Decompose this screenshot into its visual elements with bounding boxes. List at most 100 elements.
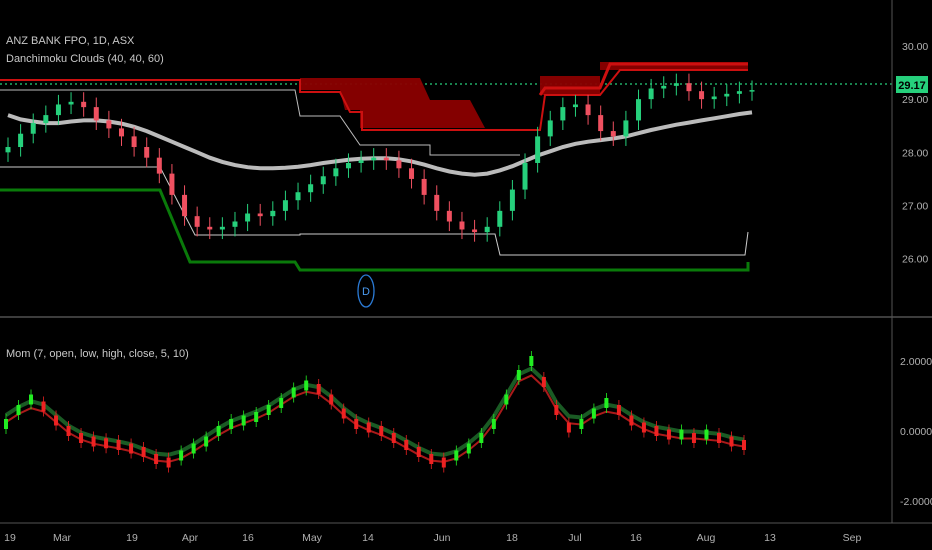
time-tick-label: 19 (126, 532, 138, 544)
candle (106, 110, 112, 138)
candle (585, 94, 591, 125)
candle (43, 105, 49, 133)
candle-body (421, 178, 427, 195)
candle-body (636, 99, 642, 121)
price-tick-label: 27.00 (902, 201, 928, 213)
candle-body (257, 213, 263, 217)
candle-body (535, 136, 541, 163)
candle-body (144, 147, 150, 158)
candle (497, 201, 503, 237)
candle (711, 86, 717, 109)
candle-body (547, 120, 553, 137)
time-tick-label: 13 (764, 532, 776, 544)
time-tick-label: 18 (506, 532, 518, 544)
candle-body (699, 91, 705, 100)
candle (383, 148, 389, 170)
time-tick-label: Jun (434, 532, 451, 544)
mom-tick-label: -2.0000 (900, 496, 932, 508)
candle (245, 203, 251, 232)
candle-body (484, 226, 490, 233)
candle-body (320, 176, 326, 185)
candle (459, 211, 465, 240)
candle-body (598, 115, 604, 132)
support-band (0, 188, 750, 272)
candle-body (724, 93, 730, 97)
candle (686, 73, 692, 101)
time-tick-label: 16 (630, 532, 642, 544)
candle-body (68, 101, 74, 105)
candle (673, 73, 679, 96)
candle (661, 76, 667, 99)
candle (434, 185, 440, 221)
candle-body (434, 194, 440, 211)
candle (371, 148, 377, 170)
candle (169, 164, 175, 205)
candle-body (358, 160, 364, 163)
candle (270, 201, 276, 226)
candle-body (572, 104, 578, 108)
candle-body (43, 115, 49, 124)
candle-body (282, 200, 288, 211)
support-line (0, 188, 750, 272)
time-tick-label: May (302, 532, 323, 544)
candle (308, 174, 314, 202)
candle (55, 94, 61, 125)
candle-body (472, 229, 478, 233)
candle-body (194, 216, 200, 227)
candle-body (686, 83, 692, 92)
candle-body (345, 162, 351, 169)
candle (207, 217, 213, 240)
candle (144, 137, 150, 168)
candle (547, 110, 553, 146)
indicator-mom-label[interactable]: Mom (7, open, low, high, close, 5, 10) (6, 348, 189, 360)
price-tick-label: 30.00 (902, 41, 928, 53)
candle (484, 217, 490, 242)
candle (724, 84, 730, 107)
candle (623, 110, 629, 146)
candle (472, 219, 478, 242)
candle (156, 148, 162, 184)
candle-body (182, 194, 188, 217)
candle-body (446, 210, 452, 222)
price-tick-label: 29.00 (902, 94, 928, 106)
time-tick-label: Jul (568, 532, 581, 544)
candle (257, 203, 263, 226)
time-tick-label: Mar (53, 532, 72, 544)
candle (699, 81, 705, 109)
candle (18, 124, 24, 157)
candle-body (371, 157, 377, 161)
time-tick-label: 14 (362, 532, 374, 544)
candle-body (55, 104, 61, 116)
candle-body (81, 101, 87, 108)
symbol-title: ANZ BANK FPO, 1D, ASX (6, 35, 135, 47)
candle-body (30, 123, 36, 134)
chart-canvas[interactable]: 30.00 29.00 28.00 27.00 26.00 2.0000 0.0000 -2.… (0, 0, 932, 550)
candle (446, 201, 452, 232)
candle-body (673, 83, 679, 86)
tenkan-line (0, 166, 749, 256)
indicator-danchimoku-label[interactable]: Danchimoku Clouds (40, 40, 60) (6, 53, 164, 65)
candle-body (749, 90, 755, 92)
candle (30, 113, 36, 144)
candle (282, 190, 288, 221)
candle-body (509, 189, 515, 211)
candle-body (245, 213, 251, 222)
candle-body (333, 168, 339, 177)
candle (572, 94, 578, 117)
candle (560, 97, 566, 130)
candle-body (585, 104, 591, 116)
candle-body (308, 184, 314, 193)
candle-body (169, 173, 175, 195)
dividend-marker[interactable]: D (357, 274, 375, 308)
candle-body (736, 91, 742, 94)
candle-body (623, 120, 629, 137)
last-price-value: 29.17 (898, 80, 926, 92)
candle-body (219, 226, 225, 230)
candle (182, 185, 188, 226)
mom-tick-label: 2.0000 (900, 356, 932, 368)
momentum-panel (4, 351, 746, 473)
time-tick-label: Apr (182, 532, 199, 544)
candle (295, 182, 301, 210)
candle-body (409, 168, 415, 179)
candle (358, 150, 364, 173)
